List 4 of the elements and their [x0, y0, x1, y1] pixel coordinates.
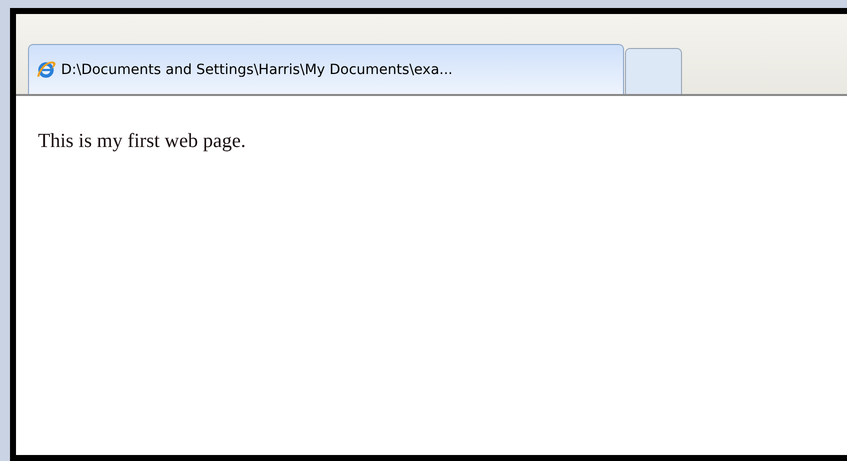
new-tab-button[interactable]: [625, 48, 682, 94]
page-text: This is my first web page.: [38, 130, 247, 153]
browser-tab[interactable]: D:\Documents and Settings\Harris\My Documents\exa...: [28, 44, 624, 94]
browser-logo-icon: [35, 58, 57, 80]
